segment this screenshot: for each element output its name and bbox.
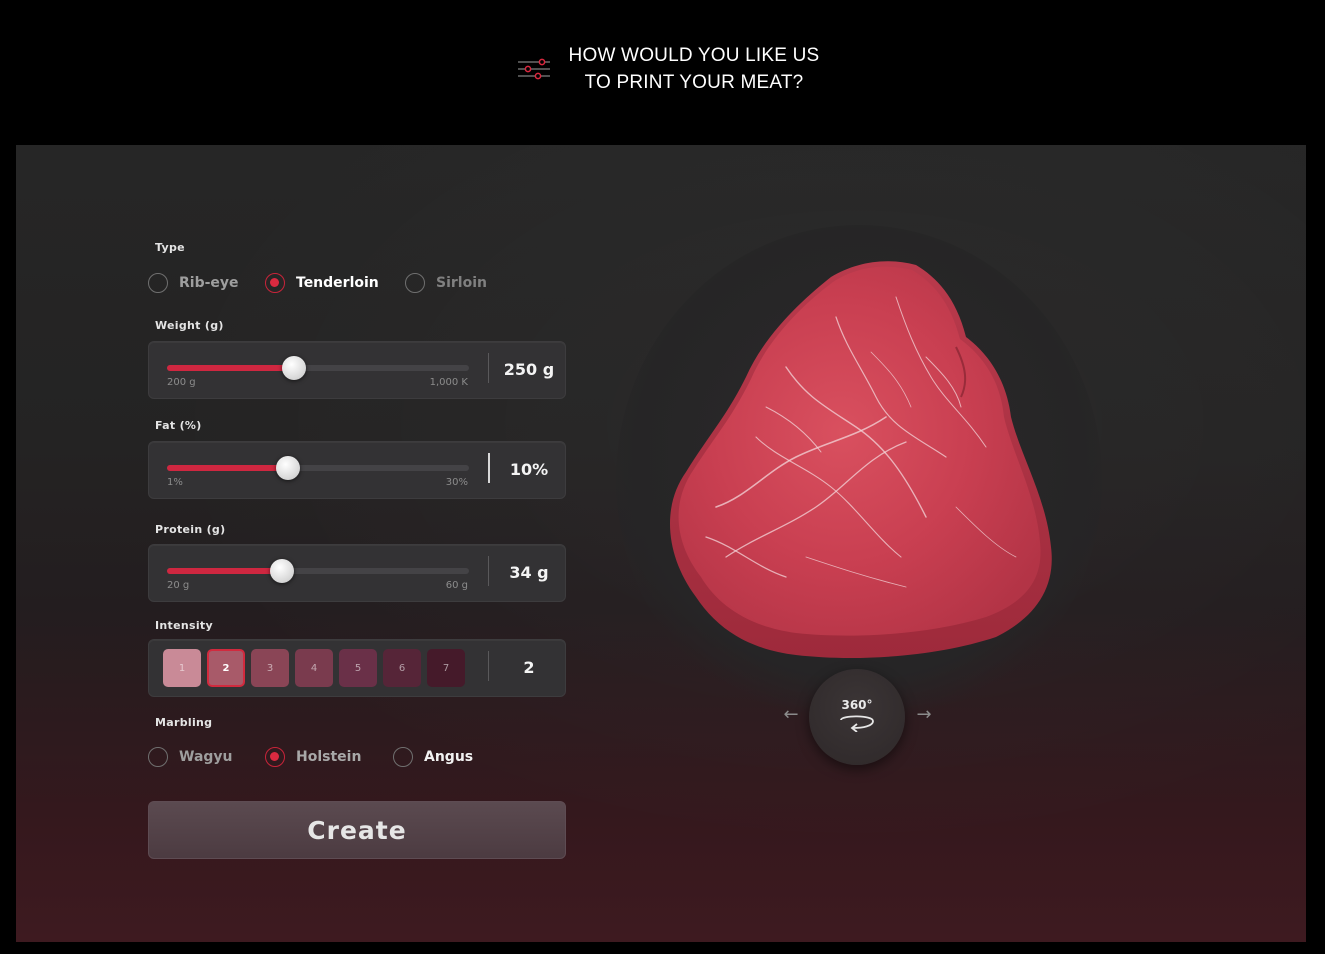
rotate-label: 360° [841,698,873,712]
fat-label: Fat (%) [155,419,202,432]
fat-slider-track[interactable] [167,456,469,480]
weight-slider-panel: 200 g 1,000 K 250 g [148,341,566,399]
fat-min-label: 1% [167,477,183,488]
fat-max-label: 30% [445,477,468,488]
intensity-chip-7[interactable]: 7 [427,649,465,687]
fat-slider-fill [167,465,288,471]
intensity-chip-3[interactable]: 3 [251,649,289,687]
page-title-line-1: HOW WOULD YOU LIKE US [568,45,820,66]
protein-min-label: 20 g [167,580,190,591]
divider [488,651,489,681]
intensity-value: 2 [523,658,535,677]
protein-slider-panel: 20 g 60 g 34 g [148,544,566,602]
rotate-icon [840,715,874,732]
intensity-chip-1[interactable]: 1 [163,649,201,687]
weight-slider-thumb[interactable] [281,356,306,380]
fat-slider-panel: 1% 30% 10% [148,441,566,499]
arrow-right-icon[interactable]: → [914,705,934,725]
type-option-tenderloin[interactable]: Tenderloin [265,271,379,295]
marbling-option-wagyu[interactable]: Wagyu [148,745,233,769]
page-title-line-2: TO PRINT YOUR MEAT? [584,72,804,93]
divider [488,453,490,483]
radio-circle [393,747,413,767]
radio-circle [148,747,168,767]
intensity-label: Intensity [155,619,213,632]
intensity-chip-5[interactable]: 5 [339,649,377,687]
weight-max-label: 1,000 K [429,377,468,388]
marbling-option-label: Wagyu [179,749,233,765]
intensity-chip-4[interactable]: 4 [295,649,333,687]
arrow-left-icon[interactable]: ← [781,705,801,725]
weight-min-label: 200 g [167,377,196,388]
protein-label: Protein (g) [155,523,226,536]
type-option-label: Tenderloin [296,275,379,291]
type-radio-group: Rib-eye Tenderloin Sirloin [148,271,568,295]
protein-max-label: 60 g [445,580,468,591]
marbling-option-label: Holstein [296,749,362,765]
divider [488,353,489,383]
marbling-option-angus[interactable]: Angus [393,745,473,769]
type-option-sirloin[interactable]: Sirloin [405,271,487,295]
weight-slider-track[interactable] [167,356,469,380]
intensity-chip-6[interactable]: 6 [383,649,421,687]
header: HOW WOULD YOU LIKE US TO PRINT YOUR MEAT… [0,0,1325,145]
marbling-label: Marbling [155,716,213,729]
type-label: Type [155,241,185,254]
type-option-label: Rib-eye [179,275,239,291]
marbling-radio-group: Wagyu Holstein Angus [148,745,568,769]
fat-slider-thumb[interactable] [275,456,300,480]
rotate-360-button[interactable]: 360° [809,669,905,765]
weight-label: Weight (g) [155,319,224,332]
fat-value: 10% [509,460,549,479]
radio-circle [265,273,285,293]
create-button[interactable]: Create [148,801,566,859]
protein-slider-thumb[interactable] [269,559,294,583]
radio-circle [148,273,168,293]
divider [488,556,489,586]
protein-value: 34 g [509,563,549,582]
intensity-panel: 1234567 2 [148,639,566,697]
meat-preview-image [669,261,1052,658]
protein-slider-fill [167,568,282,574]
radio-circle [265,747,285,767]
sliders-icon [518,58,550,80]
marbling-option-holstein[interactable]: Holstein [265,745,361,769]
radio-circle [405,273,425,293]
marbling-option-label: Angus [424,749,474,765]
type-option-label: Sirloin [436,275,487,291]
weight-slider-fill [167,365,294,371]
configurator-stage: Type Rib-eye Tenderloin Sirloin Weight (… [16,145,1306,942]
protein-slider-track[interactable] [167,559,469,583]
intensity-chip-2[interactable]: 2 [207,649,245,687]
intensity-chip-group: 1234567 [163,649,465,689]
weight-value: 250 g [503,360,555,379]
type-option-rib-eye[interactable]: Rib-eye [148,271,239,295]
page-title: HOW WOULD YOU LIKE US TO PRINT YOUR MEAT… [566,42,822,96]
